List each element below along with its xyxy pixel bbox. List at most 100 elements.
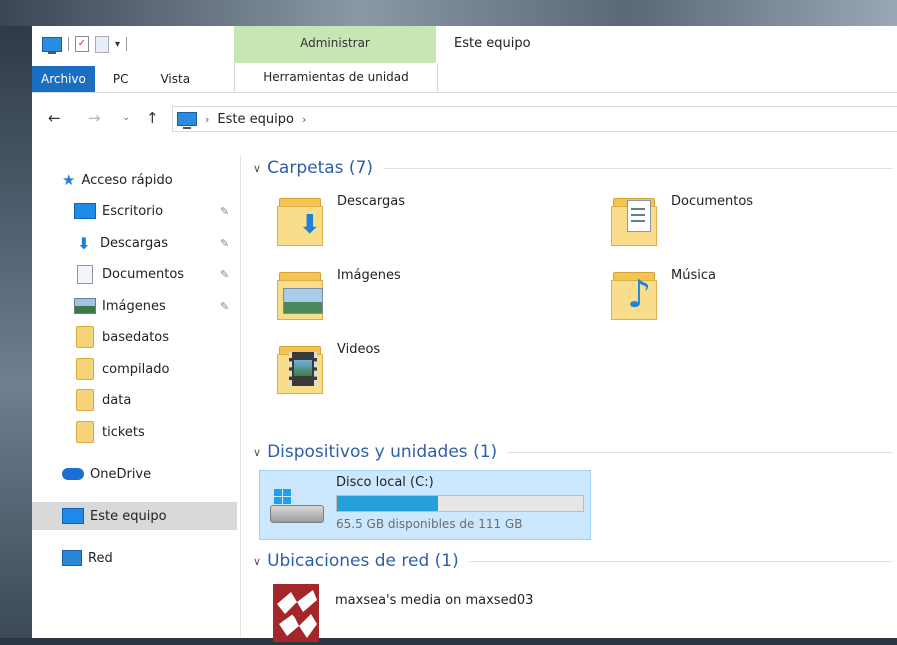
chevron-right-icon[interactable]: › — [205, 113, 209, 126]
forward-arrow-icon[interactable]: → — [88, 104, 101, 132]
folder-item-music[interactable]: ♪ Música — [611, 266, 897, 326]
tab-drive-tools[interactable]: Herramientas de unidad — [234, 63, 438, 92]
context-tab-group: Administrar Herramientas de unidad — [234, 26, 438, 92]
sidebar-item-downloads[interactable]: ⬇ Descargas ✎ — [74, 229, 237, 257]
group-divider — [468, 560, 893, 562]
sidebar-item-documents[interactable]: Documentos ✎ — [74, 260, 237, 288]
sidebar-item-label: compilado — [102, 361, 170, 377]
sidebar-item-label: Acceso rápido — [81, 172, 173, 188]
ribbon-divider — [32, 92, 897, 93]
cloud-icon — [62, 468, 84, 480]
group-header-label: Dispositivos y unidades (1) — [267, 442, 498, 462]
group-header-label: Ubicaciones de red (1) — [267, 551, 459, 571]
drive-usage-fill — [337, 496, 438, 511]
group-divider — [507, 451, 893, 453]
media-server-icon — [273, 584, 319, 642]
network-location-item[interactable]: maxsea's media on maxsed03 — [273, 584, 633, 644]
group-header-folders[interactable]: ∨ Carpetas (7) — [253, 156, 893, 180]
tab-pc[interactable]: PC — [103, 66, 139, 92]
sidebar-item-label: OneDrive — [90, 466, 152, 482]
toolbar-separator — [68, 37, 69, 51]
customize-toolbar-icon[interactable]: ▾ — [115, 39, 120, 50]
sidebar-item-label: Red — [88, 550, 113, 566]
this-pc-icon — [62, 508, 84, 524]
folder-icon — [76, 326, 94, 348]
folder-name: Música — [671, 268, 716, 283]
sidebar-item-basedatos[interactable]: basedatos — [74, 323, 237, 351]
sidebar-item-label: Imágenes — [102, 298, 166, 314]
file-explorer-window: ✓ ▾ Administrar Herramientas de unidad E… — [32, 26, 897, 642]
back-arrow-icon[interactable]: ← — [48, 104, 61, 132]
context-group-title[interactable]: Administrar — [234, 36, 436, 50]
desktop-background — [0, 0, 897, 26]
sidebar-item-label: basedatos — [102, 329, 170, 345]
folder-icon — [76, 358, 94, 380]
folder-name: Documentos — [671, 194, 754, 209]
this-pc-icon — [177, 112, 197, 129]
tab-drive-tools-label: Herramientas de unidad — [263, 70, 409, 84]
pin-icon: ✎ — [220, 236, 230, 250]
this-pc-icon — [42, 36, 62, 54]
desktop-icon — [74, 203, 96, 219]
drive-free-space: 65.5 GB disponibles de 111 GB — [336, 517, 523, 531]
tab-file[interactable]: Archivo — [32, 66, 95, 92]
chevron-down-icon[interactable]: ∨ — [253, 555, 261, 568]
folder-icon — [76, 389, 94, 411]
drive-usage-bar — [336, 495, 584, 512]
sidebar-item-compilado[interactable]: compilado — [74, 355, 237, 383]
chevron-down-icon[interactable]: ∨ — [253, 162, 261, 175]
chevron-down-icon[interactable]: ∨ — [253, 446, 261, 459]
documents-icon — [77, 264, 93, 284]
group-divider — [383, 167, 893, 169]
new-folder-icon[interactable] — [95, 35, 109, 53]
address-bar[interactable]: › Este equipo › — [172, 106, 897, 132]
download-arrow-icon: ⬇ — [77, 233, 91, 253]
navigation-bar: ← → ⌄ ↑ › Este equipo › — [32, 104, 897, 132]
content-pane: ∨ Carpetas (7) ⬇ Descargas Documentos Im… — [241, 156, 897, 642]
tab-view[interactable]: Vista — [150, 66, 200, 92]
pin-icon: ✎ — [220, 267, 230, 281]
group-header-devices[interactable]: ∨ Dispositivos y unidades (1) — [253, 440, 893, 464]
drive-name: Disco local (C:) — [336, 475, 434, 490]
sidebar-item-quick-access[interactable]: ★ Acceso rápido — [62, 166, 267, 194]
sidebar-item-tickets[interactable]: tickets — [74, 418, 237, 446]
folder-item-documents[interactable]: Documentos — [611, 192, 897, 252]
chevron-right-icon[interactable]: › — [302, 113, 306, 126]
navigation-pane: ★ Acceso rápido Escritorio ✎ ⬇ Descargas… — [32, 156, 241, 638]
up-arrow-icon[interactable]: ↑ — [146, 104, 159, 132]
downloads-folder-icon: ⬇ — [277, 192, 323, 246]
group-header-network[interactable]: ∨ Ubicaciones de red (1) — [253, 549, 893, 573]
quick-access-toolbar: ✓ ▾ — [42, 34, 128, 54]
properties-icon[interactable]: ✓ — [75, 36, 89, 52]
sidebar-item-label: Descargas — [100, 235, 169, 251]
sidebar-item-network[interactable]: Red — [62, 544, 237, 572]
sidebar-item-data[interactable]: data — [74, 386, 237, 414]
sidebar-item-label: data — [102, 392, 132, 408]
music-folder-icon: ♪ — [611, 266, 657, 320]
ribbon-tabs: Archivo PC Vista — [32, 66, 200, 92]
folder-name: Imágenes — [337, 268, 401, 283]
folder-item-downloads[interactable]: ⬇ Descargas — [277, 192, 577, 252]
sidebar-item-label: Documentos — [102, 266, 185, 282]
group-header-label: Carpetas (7) — [267, 158, 374, 178]
sidebar-item-this-pc[interactable]: Este equipo — [32, 502, 237, 530]
folder-item-pictures[interactable]: Imágenes — [277, 266, 577, 326]
folder-name: Descargas — [337, 194, 406, 209]
folder-item-videos[interactable]: Videos — [277, 340, 577, 400]
documents-folder-icon — [611, 192, 657, 246]
drive-item-local-c[interactable]: Disco local (C:) 65.5 GB disponibles de … — [259, 470, 591, 540]
pin-icon: ✎ — [220, 299, 230, 313]
pin-icon: ✎ — [220, 204, 230, 218]
recent-locations-chevron-icon[interactable]: ⌄ — [122, 104, 130, 132]
hard-drive-icon — [270, 489, 324, 525]
videos-folder-icon — [277, 340, 323, 394]
sidebar-item-pictures[interactable]: Imágenes ✎ — [74, 292, 237, 320]
toolbar-separator — [126, 37, 128, 51]
sidebar-item-onedrive[interactable]: OneDrive — [62, 460, 237, 488]
sidebar-item-label: Este equipo — [90, 508, 167, 524]
star-icon: ★ — [62, 171, 76, 189]
breadcrumb-this-pc[interactable]: Este equipo — [217, 112, 294, 127]
pictures-icon — [74, 298, 96, 314]
sidebar-item-desktop[interactable]: Escritorio ✎ — [74, 197, 237, 225]
network-icon — [62, 550, 82, 566]
